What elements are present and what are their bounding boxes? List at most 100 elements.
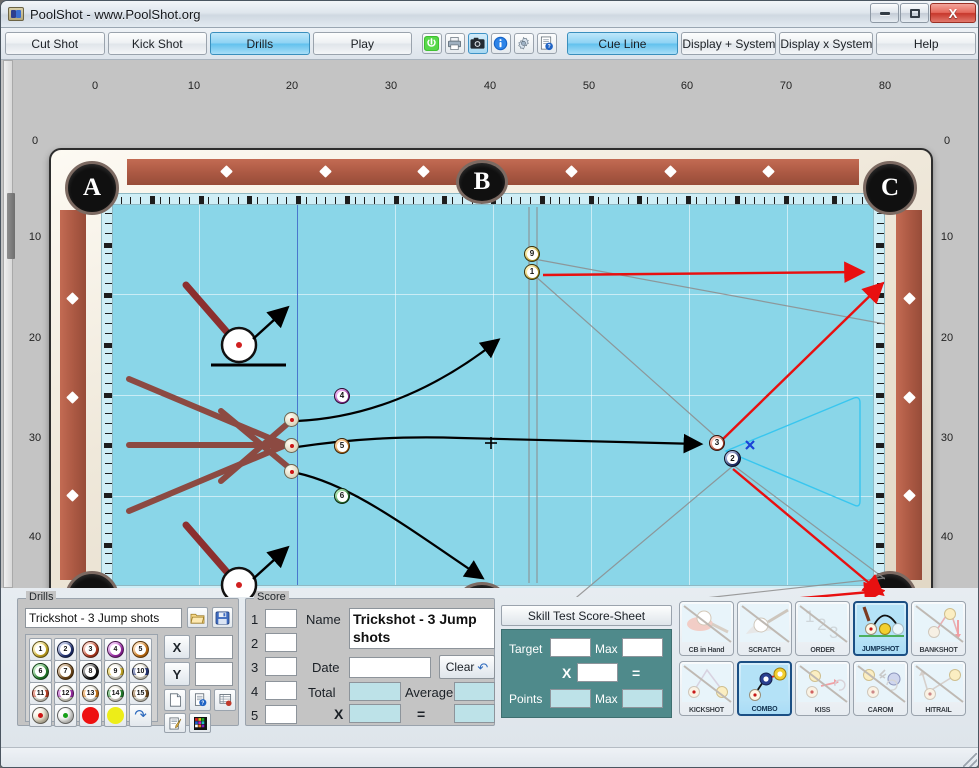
edit-notes-icon	[169, 717, 181, 729]
cue-ball-red-dot-button[interactable]	[29, 704, 52, 727]
target-label: Target	[509, 642, 543, 656]
option-bankshot[interactable]: BANKSHOT	[911, 601, 966, 656]
ball-button-15[interactable]: 15	[129, 682, 152, 705]
camera-snapshot-button[interactable]	[467, 33, 488, 54]
option-carom[interactable]: CAROM	[853, 661, 908, 716]
score-input-5[interactable]	[265, 705, 297, 724]
ball-button-10[interactable]: 10	[129, 660, 152, 683]
yellow-marker-button[interactable]	[104, 704, 127, 727]
ball-button-2[interactable]: 2	[54, 638, 77, 661]
tab-cut-shot[interactable]: Cut Shot	[5, 32, 105, 55]
color-palette-button[interactable]	[189, 713, 211, 733]
new-page-icon	[169, 693, 181, 707]
printer-icon	[448, 37, 462, 50]
score-name-value[interactable]: Trickshot - 3 Jump shots	[349, 608, 495, 649]
score-input-1[interactable]	[265, 609, 297, 628]
cue-ball-green-dot-button[interactable]	[54, 704, 77, 727]
ball-button-13[interactable]: 13	[79, 682, 102, 705]
tab-play[interactable]: Play	[312, 32, 413, 55]
info-button[interactable]	[490, 33, 511, 54]
maximize-button[interactable]	[900, 3, 929, 23]
button-help[interactable]: Help	[876, 32, 976, 55]
drills-panel: Drills 1 2 3 4	[17, 591, 239, 733]
points-max-label: Max	[595, 692, 618, 706]
kiss-art	[799, 665, 848, 703]
close-button[interactable]: X	[930, 3, 976, 23]
x-coordinate-button[interactable]: X	[164, 635, 190, 659]
option-order[interactable]: 1 2 3 ORDER	[795, 601, 850, 656]
resize-grip[interactable]	[963, 753, 977, 767]
new-page-button[interactable]	[164, 689, 186, 711]
open-drill-button[interactable]	[187, 607, 208, 628]
ball-1[interactable]: 1	[524, 264, 540, 280]
option-kickshot[interactable]: KICKSHOT	[679, 661, 734, 716]
skill-test-title-button[interactable]: Skill Test Score-Sheet	[501, 605, 672, 626]
tab-drills[interactable]: Drills	[210, 32, 310, 55]
ball-button-5[interactable]: 5	[129, 638, 152, 661]
tab-kick-shot[interactable]: Kick Shot	[107, 32, 208, 55]
drills-group-label: Drills	[26, 591, 57, 603]
ball-button-12[interactable]: 12	[54, 682, 77, 705]
document-help-button[interactable]: ?	[536, 33, 557, 54]
vertical-scrollbar[interactable]	[3, 60, 15, 588]
score-input-2[interactable]	[265, 633, 297, 652]
ball-button-14[interactable]: 14	[104, 682, 127, 705]
ball-6[interactable]: 6	[334, 488, 350, 504]
drill-help-button[interactable]: ?	[189, 689, 211, 711]
option-scratch[interactable]: SCRATCH	[737, 601, 792, 656]
ball-3[interactable]: 3	[709, 435, 725, 451]
undo-arrow-button[interactable]: ↷	[129, 704, 152, 727]
option-jumpshot[interactable]: JUMPSHOT	[853, 601, 908, 656]
y-coordinate-button[interactable]: Y	[164, 662, 190, 686]
cue-ball-1[interactable]	[284, 412, 299, 427]
settings-button[interactable]	[513, 33, 534, 54]
score-multiply-value[interactable]	[349, 704, 401, 723]
ball-button-7[interactable]: 7	[54, 660, 77, 683]
ball-2[interactable]: 2	[724, 450, 741, 467]
button-display-plus-system[interactable]: Display + System	[681, 32, 777, 55]
score-input-4[interactable]	[265, 681, 297, 700]
ruler-right-10: 10	[940, 231, 954, 243]
option-kiss[interactable]: KISS	[795, 661, 850, 716]
button-cue-line[interactable]: Cue Line	[566, 32, 679, 55]
table-felt[interactable]: 9 1 4 5 6 3 2 7 8	[101, 193, 885, 597]
y-coordinate-input[interactable]	[195, 662, 233, 686]
table-properties-button[interactable]	[214, 689, 236, 711]
pool-table[interactable]: 9 1 4 5 6 3 2 7 8 A B C D E F	[49, 148, 933, 638]
x-coordinate-input[interactable]	[195, 635, 233, 659]
target-input[interactable]	[550, 638, 591, 657]
drill-name-input[interactable]	[25, 608, 182, 628]
minimize-button[interactable]	[870, 3, 899, 23]
ball-button-4[interactable]: 4	[104, 638, 127, 661]
option-combo[interactable]: COMBO	[737, 661, 792, 716]
ball-button-3[interactable]: 3	[79, 638, 102, 661]
target-max-input[interactable]	[622, 638, 663, 657]
ball-button-11[interactable]: 11	[29, 682, 52, 705]
skill-multiply-input[interactable]	[577, 663, 618, 682]
power-button[interactable]	[421, 33, 442, 54]
score-input-3[interactable]	[265, 657, 297, 676]
ball-9[interactable]: 9	[524, 246, 540, 262]
ball-button-8[interactable]: 8	[79, 660, 102, 683]
clear-button[interactable]: Clear ↶	[439, 655, 495, 679]
option-hitrail[interactable]: HITRAIL	[911, 661, 966, 716]
ball-4[interactable]: 4	[334, 388, 350, 404]
edit-notes-button[interactable]	[164, 713, 186, 733]
ball-5[interactable]: 5	[334, 438, 350, 454]
ball-button-6[interactable]: 6	[29, 660, 52, 683]
main-toolbar: Cut Shot Kick Shot Drills Play ? Cue Lin…	[1, 28, 978, 60]
print-button[interactable]	[444, 33, 465, 54]
cue-ball-3[interactable]	[284, 464, 299, 479]
score-date-input[interactable]	[349, 657, 431, 678]
svg-text:?: ?	[548, 44, 551, 50]
option-label: BANKSHOT	[919, 647, 958, 654]
button-display-x-system[interactable]: Display x System	[779, 32, 874, 55]
cue-ball-2[interactable]	[284, 438, 299, 453]
ball-button-1[interactable]: 1	[29, 638, 52, 661]
ball-button-9[interactable]: 9	[104, 660, 127, 683]
scrollbar-thumb[interactable]	[7, 193, 15, 259]
bankshot-art	[915, 605, 964, 643]
option-cb-in-hand[interactable]: CB in Hand	[679, 601, 734, 656]
red-marker-button[interactable]	[79, 704, 102, 727]
save-drill-button[interactable]	[212, 607, 233, 628]
